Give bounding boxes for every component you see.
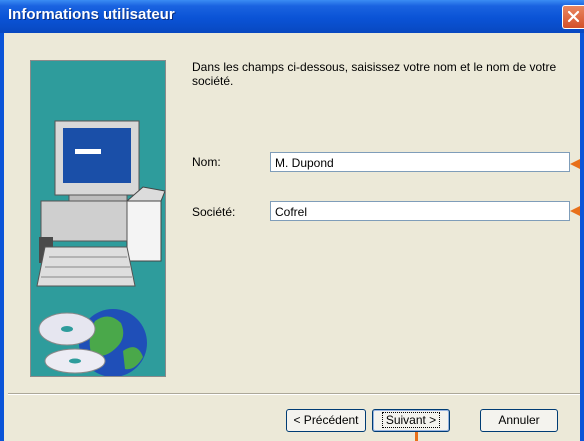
annotation-arrow-company	[570, 206, 580, 216]
window-title: Informations utilisateur	[8, 6, 175, 23]
title-bar[interactable]: Informations utilisateur	[0, 0, 584, 33]
close-button[interactable]	[562, 5, 584, 29]
next-button[interactable]: Suivant >	[372, 409, 450, 432]
back-button[interactable]: < Précédent	[286, 409, 366, 432]
window-frame-right	[580, 33, 584, 441]
separator	[8, 393, 580, 395]
company-label: Société:	[192, 205, 236, 219]
company-field[interactable]: Cofrel	[270, 201, 570, 221]
computer-and-cds-illustration	[30, 60, 166, 377]
close-icon	[567, 10, 580, 23]
next-button-label: Suivant >	[381, 412, 441, 428]
instructions-text: Dans les champs ci-dessous, saisissez vo…	[192, 60, 557, 88]
name-field[interactable]: M. Dupond	[270, 152, 570, 172]
dialog-body: Dans les champs ci-dessous, saisissez vo…	[4, 33, 580, 441]
annotation-arrow-name	[570, 159, 580, 169]
dialog-window: Informations utilisateur Dans les champs…	[0, 0, 584, 441]
name-label: Nom:	[192, 155, 221, 169]
cancel-button[interactable]: Annuler	[480, 409, 558, 432]
annotation-pointer	[415, 432, 418, 441]
